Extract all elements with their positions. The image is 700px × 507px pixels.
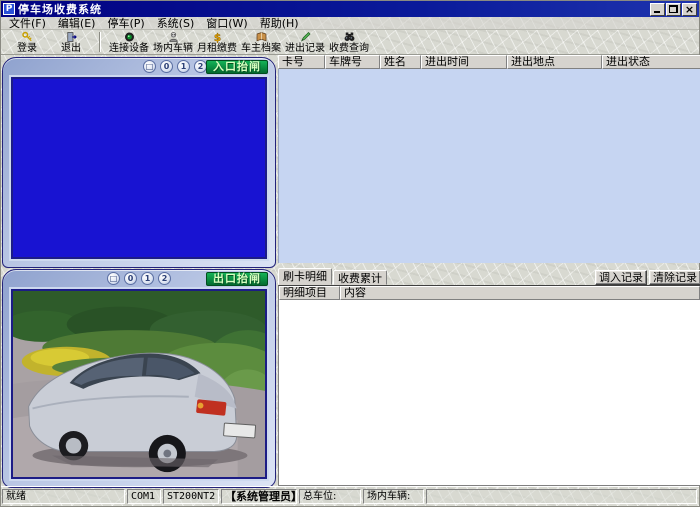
- column-header-name[interactable]: 姓名: [380, 55, 421, 69]
- exit-icon: [65, 31, 78, 43]
- title-bar: P 停车场收费系统 ×: [1, 1, 699, 17]
- column-header-inout-status[interactable]: 进出状态: [602, 55, 700, 69]
- toolbar-label: 车主档案: [241, 43, 281, 54]
- toolbar-label: 月租缴费: [197, 43, 237, 54]
- minimize-button[interactable]: [650, 3, 665, 16]
- records-region: 卡号 车牌号 姓名 进出时间 进出地点 进出状态 刷卡明细 收费累计 调入记录 …: [278, 55, 700, 488]
- close-button[interactable]: ×: [682, 3, 697, 16]
- status-com-port: COM1: [127, 489, 161, 504]
- owner-archive-button[interactable]: 车主档案: [239, 30, 283, 54]
- fee-query-button[interactable]: 收费查询: [327, 30, 371, 54]
- inside-vehicles-icon: [167, 31, 180, 43]
- owner-archive-icon: [255, 31, 268, 43]
- entrance-video-feed: [13, 79, 265, 257]
- menu-parking[interactable]: 停车(P): [103, 17, 152, 30]
- entrance-gate-open-button[interactable]: 入口抬闸: [206, 60, 268, 74]
- menu-bar: 文件(F) 编辑(E) 停车(P) 系统(S) 窗口(W) 帮助(H): [1, 17, 699, 30]
- entrance-video-area: [9, 75, 269, 261]
- menu-help[interactable]: 帮助(H): [256, 17, 307, 30]
- toolbar-label: 进出记录: [285, 43, 325, 54]
- monthly-fee-button[interactable]: $ 月租缴费: [195, 30, 239, 54]
- exit-cam-button-2[interactable]: 2: [158, 272, 171, 285]
- toolbar-label: 连接设备: [109, 43, 149, 54]
- app-icon: P: [3, 3, 15, 15]
- menu-system[interactable]: 系统(S): [153, 17, 203, 30]
- column-header-content[interactable]: 内容: [340, 286, 700, 300]
- key-icon: [21, 31, 34, 43]
- exit-video-feed-car-photo: [13, 291, 265, 477]
- status-inside-vehicles: 场内车辆:: [363, 489, 424, 504]
- app-window: P 停车场收费系统 × 文件(F) 编辑(E) 停车(P) 系统(S) 窗口(W…: [0, 0, 700, 507]
- detail-table: 明细项目 内容: [278, 285, 700, 486]
- entrance-cam-button-1[interactable]: 1: [177, 60, 190, 73]
- clear-records-button[interactable]: 清除记录: [649, 270, 700, 285]
- detail-tab-row: 刷卡明细 收费累计 调入记录 清除记录: [278, 268, 700, 285]
- column-header-detail-item[interactable]: 明细项目: [279, 286, 340, 300]
- status-bar: 就绪 COM1 ST200NT2 【系统管理员】 总车位: 场内车辆:: [1, 486, 699, 506]
- entrance-cam-button-0[interactable]: 0: [160, 60, 173, 73]
- load-records-button[interactable]: 调入记录: [595, 270, 647, 285]
- column-header-inout-time[interactable]: 进出时间: [421, 55, 507, 69]
- records-table-header: 卡号 车牌号 姓名 进出时间 进出地点 进出状态: [278, 55, 700, 69]
- exit-cam-button-all[interactable]: □: [107, 272, 120, 285]
- toolbar-label: 场内车辆: [153, 43, 193, 54]
- inside-vehicles-button[interactable]: 场内车辆: [151, 30, 195, 54]
- toolbar: 登录 退出 连接设备 场内车辆: [1, 30, 699, 55]
- tab-fee-total[interactable]: 收费累计: [333, 270, 387, 285]
- exit-cam-button-1[interactable]: 1: [141, 272, 154, 285]
- exit-cam-button-0[interactable]: 0: [124, 272, 137, 285]
- toolbar-label: 登录: [17, 43, 37, 54]
- exit-camera-panel: □ 0 1 2 出口抬闸: [2, 269, 276, 488]
- fee-query-icon: [343, 31, 356, 43]
- status-operator: 【系统管理员】: [221, 489, 297, 504]
- connect-device-icon: [123, 31, 136, 43]
- exit-panel-header: □ 0 1 2 出口抬闸: [3, 270, 275, 287]
- restore-button[interactable]: [666, 3, 681, 16]
- minimize-icon: [654, 11, 660, 13]
- toolbar-label: 退出: [61, 43, 81, 54]
- toolbar-label: 收费查询: [329, 43, 369, 54]
- status-empty-panel: [426, 489, 697, 504]
- status-ready: 就绪: [2, 489, 125, 504]
- entrance-cam-button-all[interactable]: □: [143, 60, 156, 73]
- menu-edit[interactable]: 编辑(E): [54, 17, 104, 30]
- inout-records-button[interactable]: 进出记录: [283, 30, 327, 54]
- status-device: ST200NT2: [163, 489, 219, 504]
- restore-icon: [669, 5, 678, 13]
- login-button[interactable]: 登录: [5, 30, 49, 54]
- status-total-spaces: 总车位:: [299, 489, 361, 504]
- detail-table-body: [279, 300, 700, 485]
- detail-table-header: 明细项目 内容: [279, 286, 700, 300]
- tab-card-swipe-detail[interactable]: 刷卡明细: [278, 268, 332, 285]
- column-header-card-no[interactable]: 卡号: [278, 55, 325, 69]
- connect-device-button[interactable]: 连接设备: [107, 30, 151, 54]
- svg-text:$: $: [213, 32, 220, 43]
- column-header-inout-place[interactable]: 进出地点: [507, 55, 602, 69]
- exit-button[interactable]: 退出: [49, 30, 93, 54]
- menu-file[interactable]: 文件(F): [5, 17, 54, 30]
- menu-window[interactable]: 窗口(W): [202, 17, 255, 30]
- window-title: 停车场收费系统: [18, 1, 650, 17]
- exit-gate-open-button[interactable]: 出口抬闸: [206, 272, 268, 286]
- entrance-panel-header: □ 0 1 2 入口抬闸: [3, 58, 275, 75]
- column-header-plate-no[interactable]: 车牌号: [325, 55, 380, 69]
- monthly-fee-icon: $: [211, 31, 224, 43]
- close-icon: ×: [685, 5, 694, 14]
- inout-records-icon: [299, 31, 312, 43]
- toolbar-separator: [99, 32, 101, 52]
- entrance-camera-panel: □ 0 1 2 入口抬闸: [2, 57, 276, 268]
- records-table-body: [278, 69, 700, 263]
- exit-video-area: [9, 287, 269, 481]
